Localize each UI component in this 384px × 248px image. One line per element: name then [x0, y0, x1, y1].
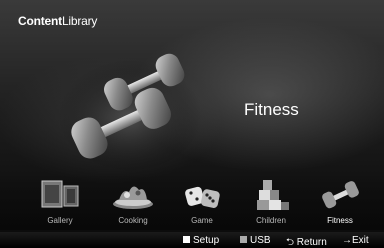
app-title: ContentLibrary: [18, 14, 97, 28]
category-cooking[interactable]: Cooking: [103, 172, 163, 230]
exit-icon: →: [342, 235, 352, 246]
return-icon: ⮌: [286, 237, 295, 248]
dumbbell-icon: [58, 53, 202, 170]
category-list: Gallery Cooking Game Children Fitness: [0, 172, 384, 230]
exit-label: Exit: [352, 235, 369, 246]
exit-hint[interactable]: →Exit: [342, 235, 369, 246]
square-icon: [240, 236, 247, 243]
category-label-game: Game: [191, 216, 213, 225]
category-label-children: Children: [256, 216, 286, 225]
category-children[interactable]: Children: [241, 172, 301, 230]
square-icon: [183, 236, 190, 243]
cooking-icon: [113, 186, 153, 209]
app-title-rest: Library: [61, 14, 98, 28]
usb-hint[interactable]: USB: [240, 235, 271, 246]
content-library-screen: ContentLibrary Fitness Gallery Cooking G…: [0, 0, 384, 248]
dumbbell-icon: [322, 181, 359, 209]
usb-label: USB: [250, 235, 271, 246]
category-label-fitness: Fitness: [327, 216, 353, 225]
bottom-bar: Setup USB ⮌ Return →Exit: [0, 232, 384, 248]
category-gallery[interactable]: Gallery: [30, 172, 90, 230]
category-label-gallery: Gallery: [47, 216, 73, 225]
return-label: Return: [296, 237, 327, 248]
category-label-cooking: Cooking: [118, 216, 148, 225]
setup-label: Setup: [193, 235, 220, 246]
gallery-icon: [41, 180, 79, 208]
category-game[interactable]: Game: [172, 172, 232, 230]
hero-title: Fitness: [244, 100, 299, 119]
dice-icon: [185, 186, 220, 208]
app-title-bold: Content: [18, 14, 62, 28]
setup-hint[interactable]: Setup: [183, 235, 219, 246]
category-fitness[interactable]: Fitness: [310, 172, 370, 230]
hero-image: [50, 30, 210, 175]
return-hint[interactable]: ⮌ Return: [286, 235, 327, 248]
blocks-icon: [257, 180, 289, 210]
